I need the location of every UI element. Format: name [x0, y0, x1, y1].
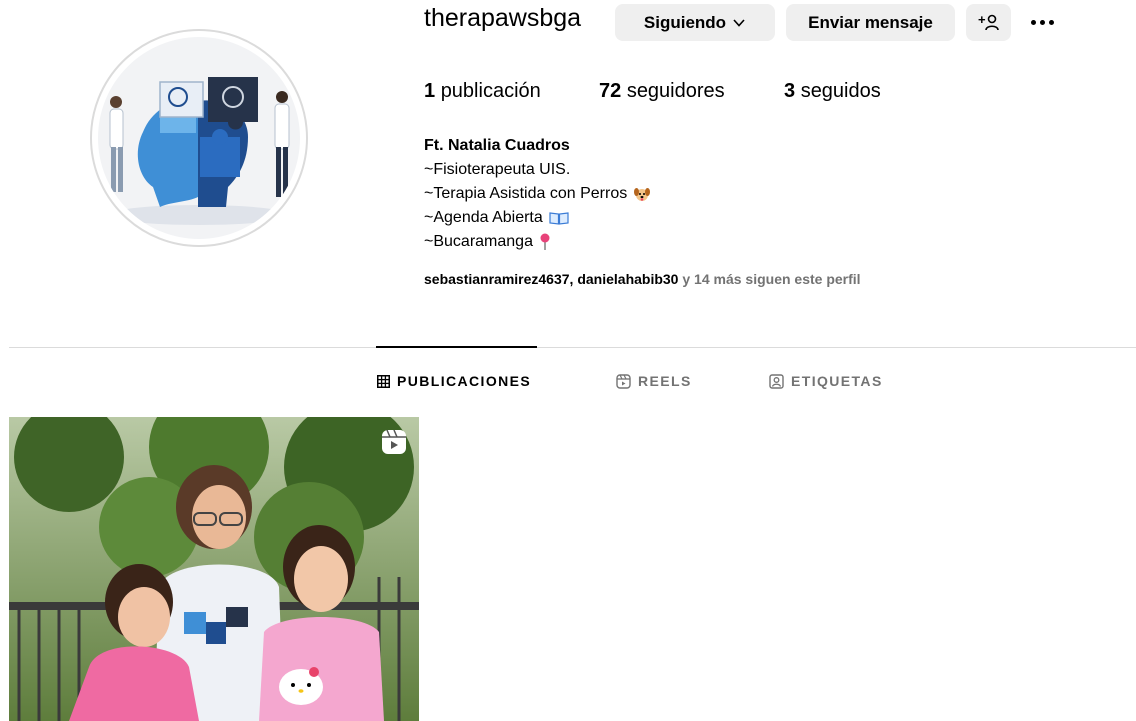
bio-line: ~Fisioterapeuta UIS.	[424, 158, 651, 182]
tab-publicaciones[interactable]: PUBLICACIONES	[377, 373, 531, 389]
bio-line: ~Agenda Abierta	[424, 206, 651, 230]
following-label: seguidos	[800, 80, 881, 102]
reels-icon	[616, 373, 631, 389]
bio-full-name: Ft. Natalia Cuadros	[424, 137, 570, 154]
active-tab-indicator	[376, 346, 537, 348]
grid-icon	[377, 374, 390, 388]
followers-label: seguidores	[626, 80, 725, 102]
posts-count: 1	[424, 80, 436, 102]
more-dot-icon	[1030, 19, 1036, 25]
bio-line: ~Bucaramanga	[424, 230, 651, 254]
tab-label: ETIQUETAS	[791, 373, 883, 389]
add-user-icon: +	[978, 13, 999, 30]
tab-label: REELS	[638, 373, 692, 389]
svg-text:+: +	[978, 13, 986, 27]
profile-bio: Ft. Natalia Cuadros ~Fisioterapeuta UIS.…	[424, 134, 651, 254]
followed-by-rest: y 14 más siguen este perfil	[678, 271, 861, 287]
more-options-button[interactable]	[1024, 8, 1060, 36]
post-thumbnail[interactable]	[9, 417, 419, 721]
posts-label: publicación	[440, 80, 541, 102]
add-user-button[interactable]: +	[966, 4, 1011, 41]
chevron-down-icon	[733, 18, 745, 27]
following-button-label: Siguiendo	[643, 12, 727, 32]
profile-avatar[interactable]	[90, 29, 308, 247]
followers-count: 72	[599, 80, 622, 102]
tab-label: PUBLICACIONES	[397, 373, 532, 389]
tab-etiquetas[interactable]: ETIQUETAS	[769, 373, 883, 389]
dog-face-icon	[634, 188, 651, 201]
posts-count-stat: 1 publicación	[424, 80, 541, 103]
bio-line-text: ~Fisioterapeuta UIS.	[424, 161, 571, 178]
bio-line-text: ~Agenda Abierta	[424, 209, 543, 226]
profile-username: therapawsbga	[424, 4, 582, 32]
send-message-button-label: Enviar mensaje	[808, 12, 933, 32]
tagged-icon	[769, 373, 784, 389]
following-count: 3	[784, 80, 796, 102]
tabs-divider	[9, 347, 1136, 348]
bio-line-text: ~Bucaramanga	[424, 233, 533, 250]
bio-line-text: ~Terapia Asistida con Perros	[424, 185, 628, 202]
followed-by-account[interactable]: sebastianramirez4637	[424, 271, 570, 287]
more-dot-icon	[1048, 19, 1054, 25]
followers-stat[interactable]: 72 seguidores	[599, 80, 725, 103]
pushpin-icon	[540, 233, 550, 250]
tab-reels[interactable]: REELS	[616, 373, 692, 389]
following-stat[interactable]: 3 seguidos	[784, 80, 881, 103]
open-book-icon	[549, 212, 569, 225]
more-dot-icon	[1039, 19, 1045, 25]
post-photo	[9, 417, 419, 721]
followed-by-account[interactable]: danielahabib30	[577, 271, 678, 287]
send-message-button[interactable]: Enviar mensaje	[786, 4, 955, 41]
followed-by-text[interactable]: sebastianramirez4637, danielahabib30 y 1…	[424, 271, 861, 287]
reel-badge-icon	[382, 429, 406, 454]
avatar-logo-image	[98, 37, 300, 239]
bio-line: ~Terapia Asistida con Perros	[424, 182, 651, 206]
following-button[interactable]: Siguiendo	[615, 4, 775, 41]
